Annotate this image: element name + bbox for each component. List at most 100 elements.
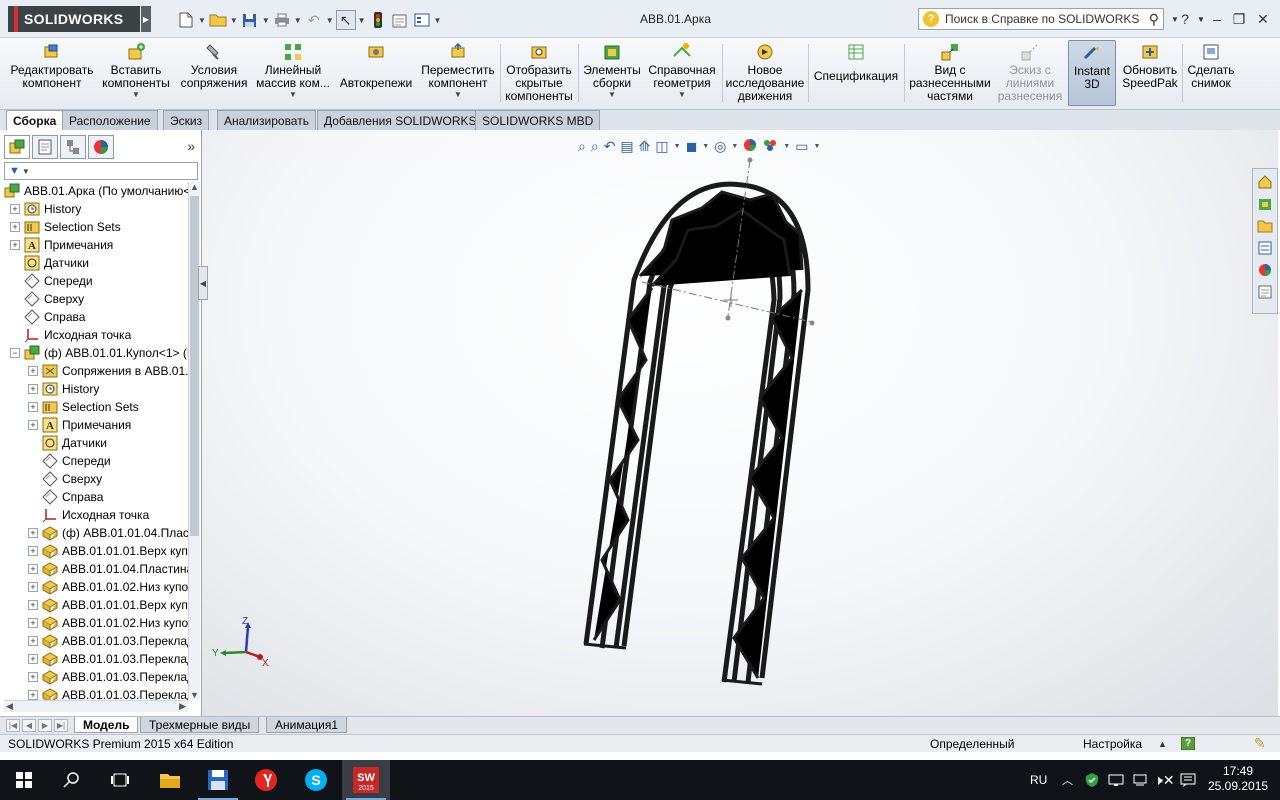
tree-item[interactable]: + A Примечания [10,236,113,254]
insert-components-dropdown-icon[interactable]: ▼ [132,91,140,99]
scroll-down-icon[interactable]: ▼ [190,690,199,700]
expand-icon[interactable]: + [28,528,38,538]
tree-item[interactable]: − (ф) ABB.01.01.Купол<1> (По умолчанию) [10,344,188,362]
expand-icon[interactable]: + [28,366,38,376]
show-hidden-components-button[interactable]: Отобразить скрытые компоненты [502,40,576,106]
insert-components-button[interactable]: Вставить компоненты ▼ [98,40,174,106]
new-motion-study-button[interactable]: Новое исследование движения [724,40,806,106]
tree-item[interactable]: + ABB.01.01.02.Низ купола [28,578,188,596]
rebuild-traffic-light-icon[interactable] [368,10,388,30]
task-view-icon[interactable] [96,760,144,800]
unit-system-arrow-icon[interactable]: ▲ [1158,739,1167,749]
tab-animation1[interactable]: Анимация1 [266,717,348,733]
volume-muted-icon[interactable]: 🕨✕ [1154,760,1175,800]
tree-item[interactable]: Сверху [10,290,84,308]
panel-more-icon[interactable]: » [187,138,195,154]
help-search-box[interactable]: ? Поиск в Справке по SOLIDWORKS ⚲ [918,8,1164,30]
update-speedpak-button[interactable]: Обновить SpeedPak [1118,40,1182,106]
minimize-window-icon[interactable]: – [1208,10,1226,28]
expand-icon[interactable]: + [10,222,20,232]
tag-icon[interactable]: ✎ [1254,735,1266,752]
quick-tips-help-icon[interactable]: ? [1181,737,1195,750]
tab-layout[interactable]: Расположение [62,110,158,130]
tree-item[interactable]: + ABB.01.01.03.Перекладина [28,686,188,700]
tray-overflow-icon[interactable]: ︿ [1062,760,1073,800]
scroll-right-icon[interactable]: ▶ [179,701,186,712]
expand-icon[interactable]: + [28,654,38,664]
explode-line-sketch-button[interactable]: Эскиз с линиями разнесения [994,40,1066,106]
tab-solidworks-mbd[interactable]: SOLIDWORKS MBD [475,110,601,130]
next-tab-icon[interactable]: ▶ [38,719,52,732]
expand-icon[interactable]: + [28,618,38,628]
tree-item[interactable]: ABB.01.Арка (По умолчанию<По умолчанию_С… [4,182,188,200]
help-search-input[interactable]: Поиск в Справке по SOLIDWORKS [945,12,1149,26]
open-folder-icon[interactable] [208,10,228,30]
network-tray-icon[interactable] [1108,760,1124,800]
select-pointer-icon[interactable]: ↖ [335,10,356,30]
appearances-scenes-icon[interactable] [1256,261,1274,279]
view-palette-icon[interactable] [1256,239,1274,257]
tree-item[interactable]: Сверху [28,470,102,488]
tree-item[interactable]: + History [10,200,81,218]
expand-icon[interactable]: + [28,672,38,682]
file-explorer-pane-icon[interactable] [1256,217,1274,235]
tree-filter[interactable]: ▼ ▼ [4,162,198,180]
tree-vertical-scrollbar[interactable]: ▲ ▼ [188,182,200,700]
previous-tab-icon[interactable]: ◀ [22,719,36,732]
open-dropdown-icon[interactable]: ▼ [230,16,238,25]
last-tab-icon[interactable]: ▶| [54,719,68,732]
expand-icon[interactable]: + [28,636,38,646]
tree-item[interactable]: Спереди [10,272,93,290]
file-explorer-icon[interactable] [146,760,194,800]
save-app-icon[interactable] [194,760,242,800]
expand-icon[interactable]: + [28,402,38,412]
select-dropdown-icon[interactable]: ▼ [358,16,366,25]
tree-item[interactable]: Датчики [28,434,107,452]
scroll-left-icon[interactable]: ◀ [6,701,13,712]
take-snapshot-button[interactable]: Сделать снимок [1184,40,1238,106]
menu-expand-arrow-icon[interactable]: ▶ [141,6,151,32]
file-properties-icon[interactable] [390,10,410,30]
tree-item[interactable]: + ABB.01.01.03.Перекладина [28,632,188,650]
collapse-icon[interactable]: − [10,348,20,358]
tab-3d-views[interactable]: Трехмерные виды [140,717,260,733]
panel-collapse-handle[interactable]: ◀ [198,266,208,300]
mate-button[interactable]: Условия сопряжения [176,40,252,106]
close-window-icon[interactable]: ✕ [1254,10,1272,28]
tree-item[interactable]: + ABB.01.01.02.Низ купола [28,614,188,632]
tree-item[interactable]: Исходная точка [10,326,131,344]
assembly-features-dropdown-icon[interactable]: ▼ [608,91,616,99]
exploded-view-button[interactable]: Вид с разнесенными частями [906,40,994,106]
device-tray-icon[interactable] [1132,760,1148,800]
first-tab-icon[interactable]: |◀ [6,719,20,732]
edit-component-button[interactable]: Редактировать компонент [6,40,98,106]
antivirus-tray-icon[interactable] [1084,760,1100,800]
tree-item[interactable]: Справа [28,488,103,506]
tab-model[interactable]: Модель [74,717,139,733]
linear-pattern-button[interactable]: Линейный массив ком... ▼ [252,40,334,106]
expand-icon[interactable]: + [10,240,20,250]
search-icon[interactable] [48,760,96,800]
options-icon[interactable] [412,10,432,30]
expand-icon[interactable]: + [28,420,38,430]
tree-item[interactable]: + Сопряжения в ABB.01.01.Купол [28,362,188,380]
options-dropdown-icon[interactable]: ▼ [434,16,442,25]
scroll-up-icon[interactable]: ▲ [190,182,199,192]
undo-dropdown-icon[interactable]: ▼ [326,16,334,25]
expand-icon[interactable]: + [28,690,38,700]
tree-item[interactable]: Исходная точка [28,506,149,524]
tree-item[interactable]: + ABB.01.01.03.Перекладина [28,668,188,686]
expand-icon[interactable]: + [28,582,38,592]
reference-geometry-dropdown-icon[interactable]: ▼ [678,91,686,99]
solidworks-resources-home-icon[interactable] [1256,173,1274,191]
expand-icon[interactable]: + [10,204,20,214]
yandex-browser-icon[interactable] [242,760,290,800]
tab-solidworks-addins[interactable]: Добавления SOLIDWORKS [317,110,484,130]
tree-item[interactable]: + ABB.01.01.01.Верх купола [28,542,188,560]
new-dropdown-icon[interactable]: ▼ [198,16,206,25]
start-icon[interactable] [0,760,48,800]
restore-window-icon[interactable]: ❐ [1230,10,1248,28]
smart-fasteners-button[interactable]: Автокрепежи [336,40,416,106]
reference-geometry-button[interactable]: Справочная геометрия ▼ [646,40,718,106]
expand-icon[interactable]: + [28,384,38,394]
